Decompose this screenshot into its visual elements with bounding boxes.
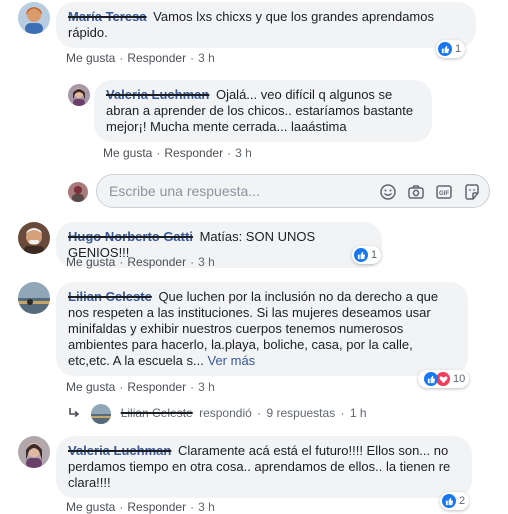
timestamp[interactable]: 3 h	[198, 380, 215, 394]
reply-author[interactable]: Lilian Celeste	[121, 406, 193, 420]
gif-icon[interactable]: GIF	[435, 183, 453, 201]
like-link[interactable]: Me gusta	[66, 255, 115, 269]
comment-bubble: María Teresa Vamos lxs chicxs y que los …	[56, 2, 476, 48]
comment-author[interactable]: Valeria Luchman	[68, 443, 171, 458]
comment-author[interactable]: Valeria Luchman	[106, 87, 209, 102]
reply-input[interactable]	[107, 182, 361, 200]
comment-bubble: Valeria Luchman Claramente acá está el f…	[56, 436, 472, 498]
like-icon	[354, 248, 368, 262]
emoji-icon[interactable]	[379, 183, 397, 201]
comment-bubble: Lilian Celeste Que luchen por la inclusi…	[56, 282, 468, 376]
like-icon	[442, 494, 456, 508]
like-icon	[424, 372, 438, 386]
reply-link[interactable]: Responder	[127, 255, 186, 269]
view-replies-link[interactable]: Lilian Celeste respondió · 9 respuestas …	[68, 404, 367, 424]
timestamp[interactable]: 3 h	[198, 255, 215, 269]
comment-author[interactable]: Lilian Celeste	[68, 289, 152, 304]
svg-text:GIF: GIF	[439, 191, 449, 197]
timestamp[interactable]: 3 h	[198, 51, 215, 65]
comment-actions: Me gusta · Responder · 3 h	[66, 255, 215, 269]
avatar[interactable]	[18, 436, 50, 468]
reply-link[interactable]: Responder	[127, 51, 186, 65]
comment-actions: Me gusta · Responder · 3 h	[66, 380, 215, 394]
replied-verb: respondió	[199, 406, 252, 421]
see-more-link[interactable]: Ver más	[207, 353, 255, 368]
avatar[interactable]	[68, 84, 90, 106]
timestamp: 1 h	[349, 406, 367, 421]
like-link[interactable]: Me gusta	[66, 51, 115, 65]
reply-arrow-icon	[68, 407, 80, 422]
replies-count[interactable]: 9 respuestas	[266, 406, 335, 420]
reaction-count[interactable]: 2	[440, 492, 470, 510]
reaction-count[interactable]: 1	[436, 40, 466, 58]
my-avatar	[68, 182, 88, 202]
comment-bubble: Valeria Luchman Ojalá... veo difícil q a…	[94, 80, 432, 142]
reaction-count[interactable]: 1	[352, 246, 382, 264]
reply-link[interactable]: Responder	[127, 380, 186, 394]
comment-author[interactable]: María Teresa	[68, 9, 147, 24]
reply-link[interactable]: Responder	[164, 146, 223, 160]
love-icon	[436, 372, 450, 386]
avatar[interactable]	[18, 282, 50, 314]
avatar[interactable]	[18, 2, 50, 34]
comment-actions: Me gusta · Responder · 3 h	[66, 51, 215, 65]
timestamp[interactable]: 3 h	[235, 146, 252, 160]
like-icon	[438, 42, 452, 56]
avatar[interactable]	[18, 222, 50, 254]
reaction-count[interactable]: 10	[418, 370, 470, 388]
camera-icon[interactable]	[407, 183, 425, 201]
like-link[interactable]: Me gusta	[103, 146, 152, 160]
comment-author[interactable]: Hugo Norberto Gatti	[68, 229, 193, 244]
sticker-icon[interactable]	[463, 183, 481, 201]
reply-box[interactable]: GIF	[96, 174, 490, 208]
comment-actions: Me gusta · Responder · 3 h	[103, 146, 252, 160]
like-link[interactable]: Me gusta	[66, 380, 115, 394]
avatar	[91, 404, 112, 424]
